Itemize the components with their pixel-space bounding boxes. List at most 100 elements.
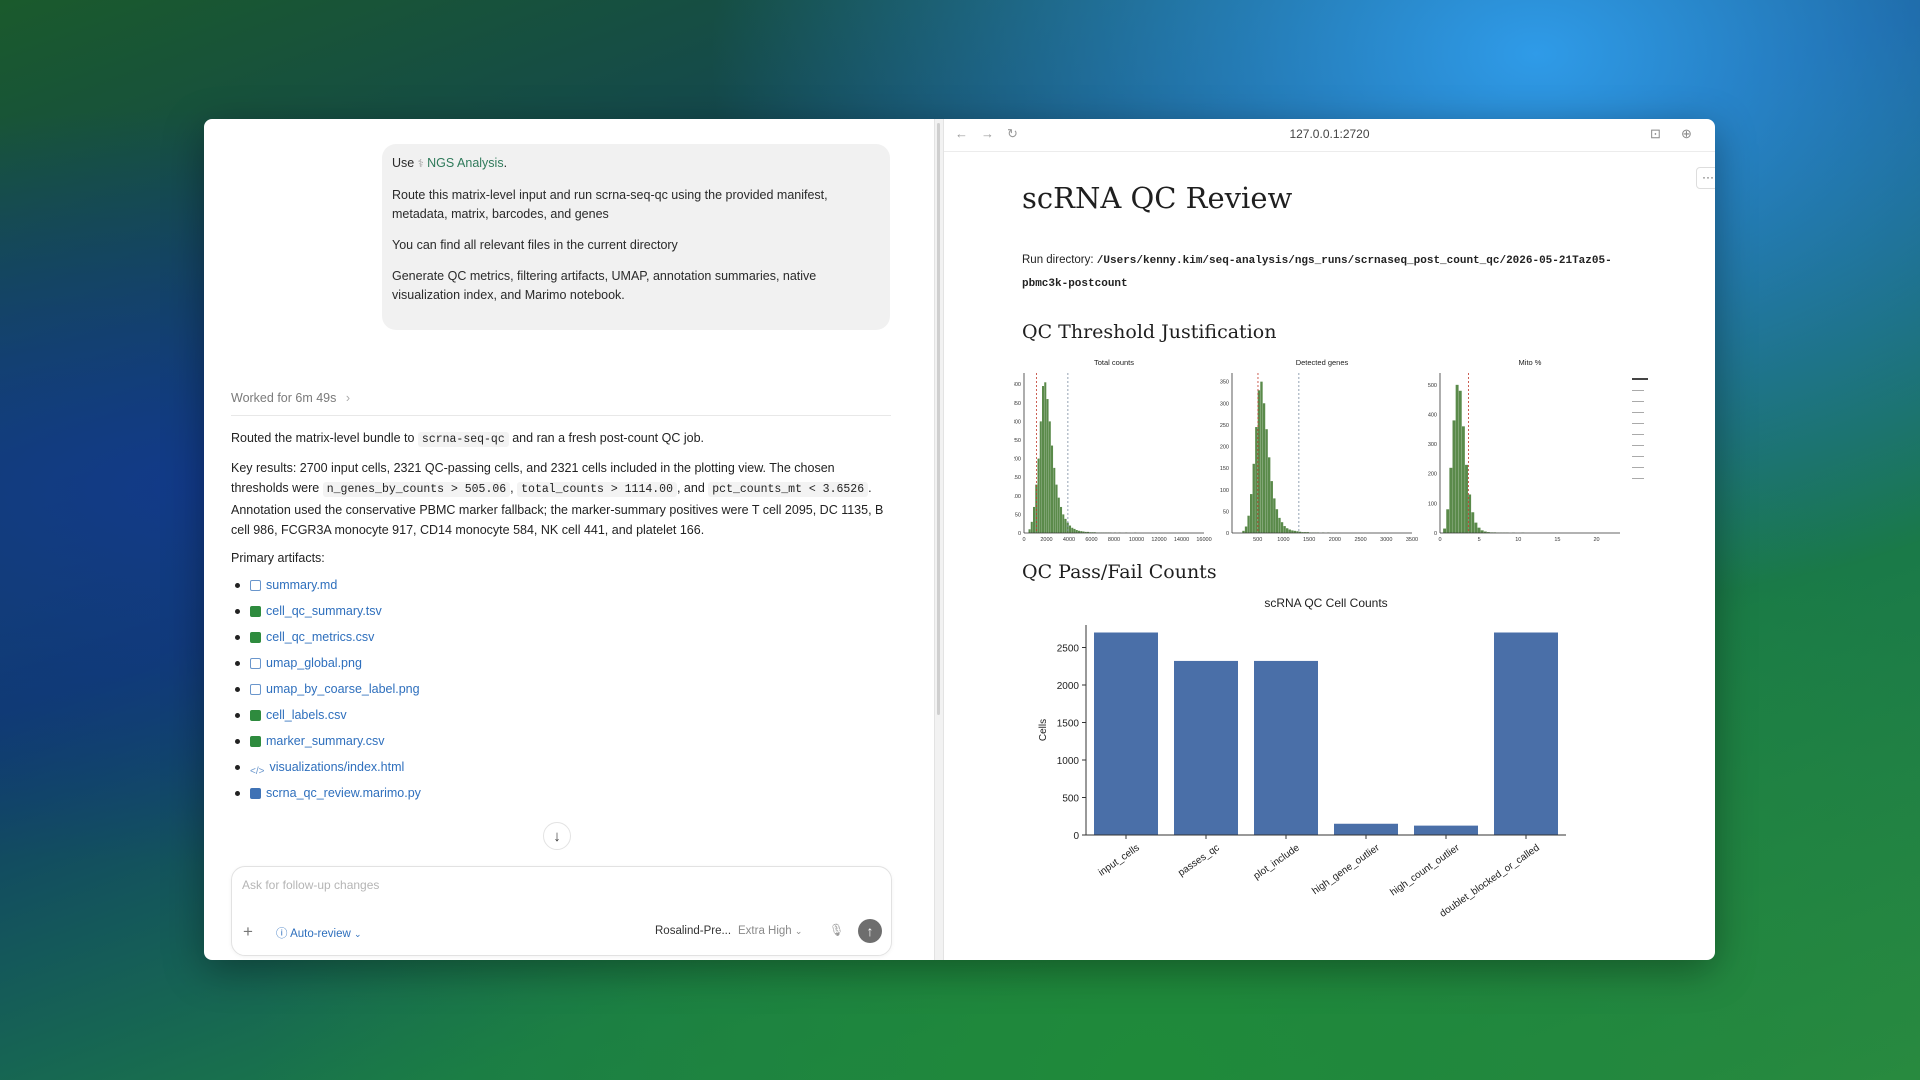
model-selector[interactable]: Rosalind-Pre...	[655, 925, 731, 937]
histogram-bar	[1255, 427, 1258, 533]
inline-code: n_genes_by_counts > 505.06	[322, 482, 511, 497]
list-item[interactable]: cell_qc_summary.tsv	[231, 598, 891, 624]
list-item[interactable]: </> visualizations/index.html	[231, 754, 891, 780]
histogram-bar	[1053, 467, 1056, 533]
y-tick-label: 500	[1062, 794, 1079, 805]
histogram-bar	[1252, 463, 1255, 533]
artifact-link[interactable]: cell_qc_summary.tsv	[266, 601, 382, 621]
list-item[interactable]: marker_summary.csv	[231, 728, 891, 754]
code-file-icon: </>	[250, 765, 265, 777]
histogram-bar	[1046, 399, 1049, 533]
histogram-title: Detected genes	[1296, 358, 1349, 367]
histogram-bar	[1030, 521, 1033, 533]
scroll-to-bottom-button[interactable]: ↓	[543, 822, 571, 850]
y-tick-label: 250	[1220, 423, 1229, 429]
text: , and	[676, 481, 705, 495]
histogram-bar	[1028, 529, 1031, 533]
x-tick-label: passes_qc	[1176, 842, 1221, 878]
send-button[interactable]: ↑	[858, 919, 882, 943]
histogram-bar	[1286, 528, 1289, 533]
run-dir-path: /Users/kenny.kim/seq-analysis/ngs_runs/s…	[1022, 255, 1612, 290]
auto-review-label: Auto-review	[290, 928, 351, 940]
histogram-bar	[1452, 420, 1456, 533]
bar	[1414, 825, 1478, 835]
url-bar[interactable]: 127.0.0.1:2720	[944, 127, 1715, 141]
histogram-title: Total counts	[1094, 358, 1134, 367]
bullet	[235, 686, 240, 692]
artifact-link[interactable]: summary.md	[266, 575, 337, 595]
screenshot-icon[interactable]: ⊡	[1650, 126, 1661, 142]
list-item[interactable]: umap_global.png	[231, 650, 891, 676]
effort-label: Extra High	[738, 925, 792, 937]
y-axis-label: Cells	[1038, 719, 1049, 741]
y-tick-label: 400	[1428, 412, 1437, 418]
panel-splitter[interactable]	[934, 119, 944, 960]
histogram-bar	[1033, 506, 1036, 533]
artifact-link[interactable]: cell_qc_metrics.csv	[266, 627, 374, 647]
section-heading-counts: QC Pass/Fail Counts	[1022, 561, 1217, 583]
auto-review-dropdown[interactable]: ⓘ Auto-review ⌄	[276, 925, 362, 941]
list-item[interactable]: summary.md	[231, 572, 891, 598]
page-minimap[interactable]	[1632, 378, 1648, 489]
run-dir-label: Run directory:	[1022, 254, 1094, 266]
y-tick-label: 300	[1220, 401, 1229, 407]
bar	[1334, 823, 1398, 835]
y-tick-label: 0	[1018, 531, 1021, 537]
x-tick-label: high_count_outlier	[1388, 842, 1462, 898]
browser-toolbar: ← → ↻ 127.0.0.1:2720 ⊡ ⊕	[944, 119, 1715, 152]
histogram-bar	[1443, 528, 1447, 533]
skill-chip[interactable]: ⚕ NGS Analysis	[418, 156, 504, 170]
page-title: scRNA QC Review	[1022, 181, 1293, 215]
qc-threshold-histograms: Total counts0501001502002503003504000200…	[1014, 358, 1620, 543]
bar	[1094, 632, 1158, 835]
y-tick-label: 2500	[1057, 644, 1080, 655]
list-item[interactable]: cell_labels.csv	[231, 702, 891, 728]
list-item[interactable]: umap_by_coarse_label.png	[231, 676, 891, 702]
histogram-bar	[1455, 384, 1459, 533]
histogram-bar	[1446, 509, 1450, 533]
histogram-bar	[1037, 458, 1040, 533]
bullet	[235, 608, 240, 614]
text: and ran a fresh post-count QC job.	[512, 431, 705, 445]
histogram-bar	[1471, 512, 1475, 533]
artifact-link[interactable]: scrna_qc_review.marimo.py	[266, 783, 421, 803]
y-tick-label: 350	[1014, 401, 1021, 407]
composer-input[interactable]: Ask for follow-up changes	[242, 878, 379, 892]
histogram-bar	[1449, 467, 1453, 533]
x-tick-label: 2500	[1354, 537, 1366, 543]
artifact-link[interactable]: umap_by_coarse_label.png	[266, 679, 420, 699]
y-tick-label: 0	[1226, 531, 1229, 537]
scrollbar-thumb[interactable]	[937, 123, 940, 715]
answer-para-2: Key results: 2700 input cells, 2321 QC-p…	[231, 458, 891, 540]
artifact-link[interactable]: cell_labels.csv	[266, 705, 347, 725]
list-item[interactable]: cell_qc_metrics.csv	[231, 624, 891, 650]
composer[interactable]: Ask for follow-up changes + ⓘ Auto-revie…	[231, 866, 892, 956]
artifact-link[interactable]: marker_summary.csv	[266, 731, 385, 751]
worked-for-toggle[interactable]: Worked for 6m 49s ›	[231, 391, 350, 405]
histogram-bar	[1039, 421, 1042, 533]
artifact-link[interactable]: umap_global.png	[266, 653, 362, 673]
artifact-link[interactable]: visualizations/index.html	[269, 757, 404, 777]
browser-panel: ← → ↻ 127.0.0.1:2720 ⊡ ⊕ ··· scRNA QC Re…	[944, 119, 1715, 960]
microphone-icon[interactable]: 🎙	[829, 923, 844, 937]
user-line-2: You can find all relevant files in the c…	[392, 238, 678, 252]
effort-dropdown[interactable]: Extra High ⌄	[738, 925, 802, 937]
add-icon[interactable]: ⊕	[1681, 126, 1692, 142]
image-file-icon	[250, 683, 261, 695]
y-tick-label: 1500	[1057, 719, 1080, 730]
x-tick-label: 8000	[1108, 537, 1120, 543]
x-tick-label: 14000	[1174, 537, 1189, 543]
x-tick-label: 20	[1593, 537, 1599, 543]
histogram-bar	[1461, 426, 1465, 533]
bullet	[235, 712, 240, 718]
python-file-icon	[250, 787, 261, 799]
x-tick-label: 3000	[1380, 537, 1392, 543]
list-item[interactable]: scrna_qc_review.marimo.py	[231, 780, 891, 806]
plus-icon[interactable]: +	[243, 922, 253, 942]
x-tick-label: 2000	[1040, 537, 1052, 543]
x-tick-label: 0	[1022, 537, 1025, 543]
histogram-bar	[1265, 429, 1268, 533]
divider	[231, 415, 891, 416]
y-tick-label: 200	[1014, 457, 1021, 463]
assistant-answer: Routed the matrix-level bundle to scrna-…	[231, 428, 891, 806]
